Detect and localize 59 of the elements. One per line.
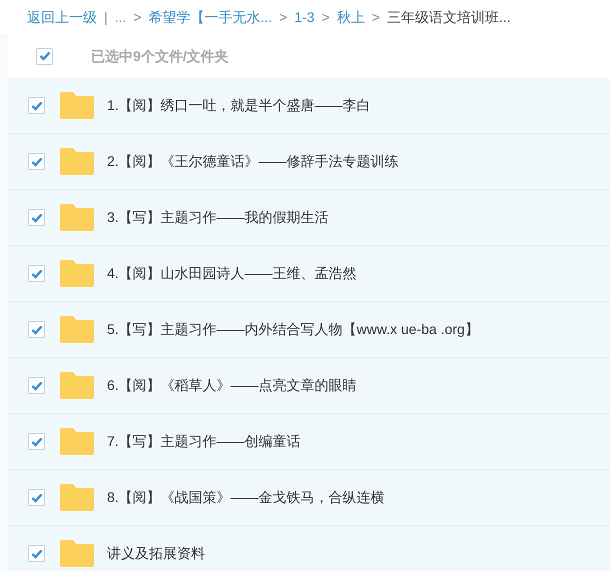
file-name: 2.【阅】《王尔德童话》——修辞手法专题训练: [107, 152, 399, 171]
file-name: 7.【写】主题习作——创编童话: [107, 432, 301, 451]
breadcrumb-separator: >: [133, 8, 142, 26]
folder-icon: [60, 148, 94, 175]
file-name: 讲义及拓展资料: [107, 544, 205, 563]
checkbox[interactable]: [28, 265, 45, 282]
file-row[interactable]: 2.【阅】《王尔德童话》——修辞手法专题训练: [8, 134, 610, 190]
check-icon: [30, 548, 42, 558]
checkbox[interactable]: [36, 48, 53, 64]
breadcrumb-separator: >: [279, 8, 288, 26]
check-icon: [30, 212, 42, 222]
folder-icon: [60, 92, 94, 119]
breadcrumb-link[interactable]: 秋上: [336, 6, 365, 28]
file-row[interactable]: 5.【写】主题习作——内外结合写人物【www.x ue-ba .org】: [8, 302, 610, 358]
selection-count: 已选中9个文件/文件夹: [91, 46, 229, 66]
breadcrumb-separator: >: [322, 8, 330, 26]
checkbox[interactable]: [28, 97, 45, 114]
file-row[interactable]: 3.【写】主题习作——我的假期生活: [8, 190, 610, 246]
file-name: 4.【阅】山水田园诗人——王维、孟浩然: [107, 264, 357, 283]
check-icon: [30, 100, 42, 110]
file-row[interactable]: 1.【阅】绣口一吐，就是半个盛唐——李白: [8, 78, 610, 134]
folder-icon: [60, 204, 94, 231]
file-name: 3.【写】主题习作——我的假期生活: [107, 208, 329, 227]
file-row[interactable]: 4.【阅】山水田园诗人——王维、孟浩然: [8, 246, 610, 302]
breadcrumb-separator: |: [104, 8, 108, 27]
check-icon: [30, 156, 42, 166]
file-row[interactable]: 讲义及拓展资料: [8, 526, 610, 571]
breadcrumb-separator: >: [372, 8, 380, 26]
folder-icon: [60, 316, 94, 343]
breadcrumb-link[interactable]: 希望学【一手无水...: [148, 6, 272, 28]
file-row[interactable]: 6.【阅】《稻草人》——点亮文章的眼睛: [8, 358, 610, 414]
check-icon: [30, 268, 42, 278]
folder-icon: [60, 484, 94, 511]
file-row[interactable]: 7.【写】主题习作——创编童话: [8, 414, 610, 470]
checkbox[interactable]: [28, 153, 45, 170]
file-name: 5.【写】主题习作——内外结合写人物【www.x ue-ba .org】: [107, 320, 479, 339]
breadcrumb-link[interactable]: 1-3: [294, 6, 315, 28]
folder-icon: [60, 540, 94, 567]
checkbox[interactable]: [28, 209, 45, 226]
checkbox[interactable]: [28, 377, 45, 394]
file-name: 8.【阅】《战国策》——金戈铁马，合纵连横: [107, 488, 385, 507]
breadcrumb-link[interactable]: 返回上一级: [27, 6, 97, 28]
check-icon: [38, 51, 50, 61]
folder-icon: [60, 260, 94, 287]
file-name: 6.【阅】《稻草人》——点亮文章的眼睛: [107, 376, 357, 395]
breadcrumb-current: 三年级语文培训班...: [386, 8, 511, 26]
check-icon: [30, 380, 42, 390]
check-icon: [30, 492, 42, 502]
file-row[interactable]: 8.【阅】《战国策》——金戈铁马，合纵连横: [8, 470, 610, 526]
check-icon: [30, 324, 42, 334]
breadcrumb-ellipsis: ...: [114, 8, 126, 26]
folder-icon: [60, 428, 94, 455]
checkbox[interactable]: [28, 321, 45, 338]
checkbox[interactable]: [28, 545, 45, 562]
checkbox[interactable]: [28, 433, 45, 450]
checkbox[interactable]: [28, 489, 45, 506]
file-name: 1.【阅】绣口一吐，就是半个盛唐——李白: [107, 96, 371, 115]
folder-icon: [60, 372, 94, 399]
check-icon: [30, 436, 42, 446]
